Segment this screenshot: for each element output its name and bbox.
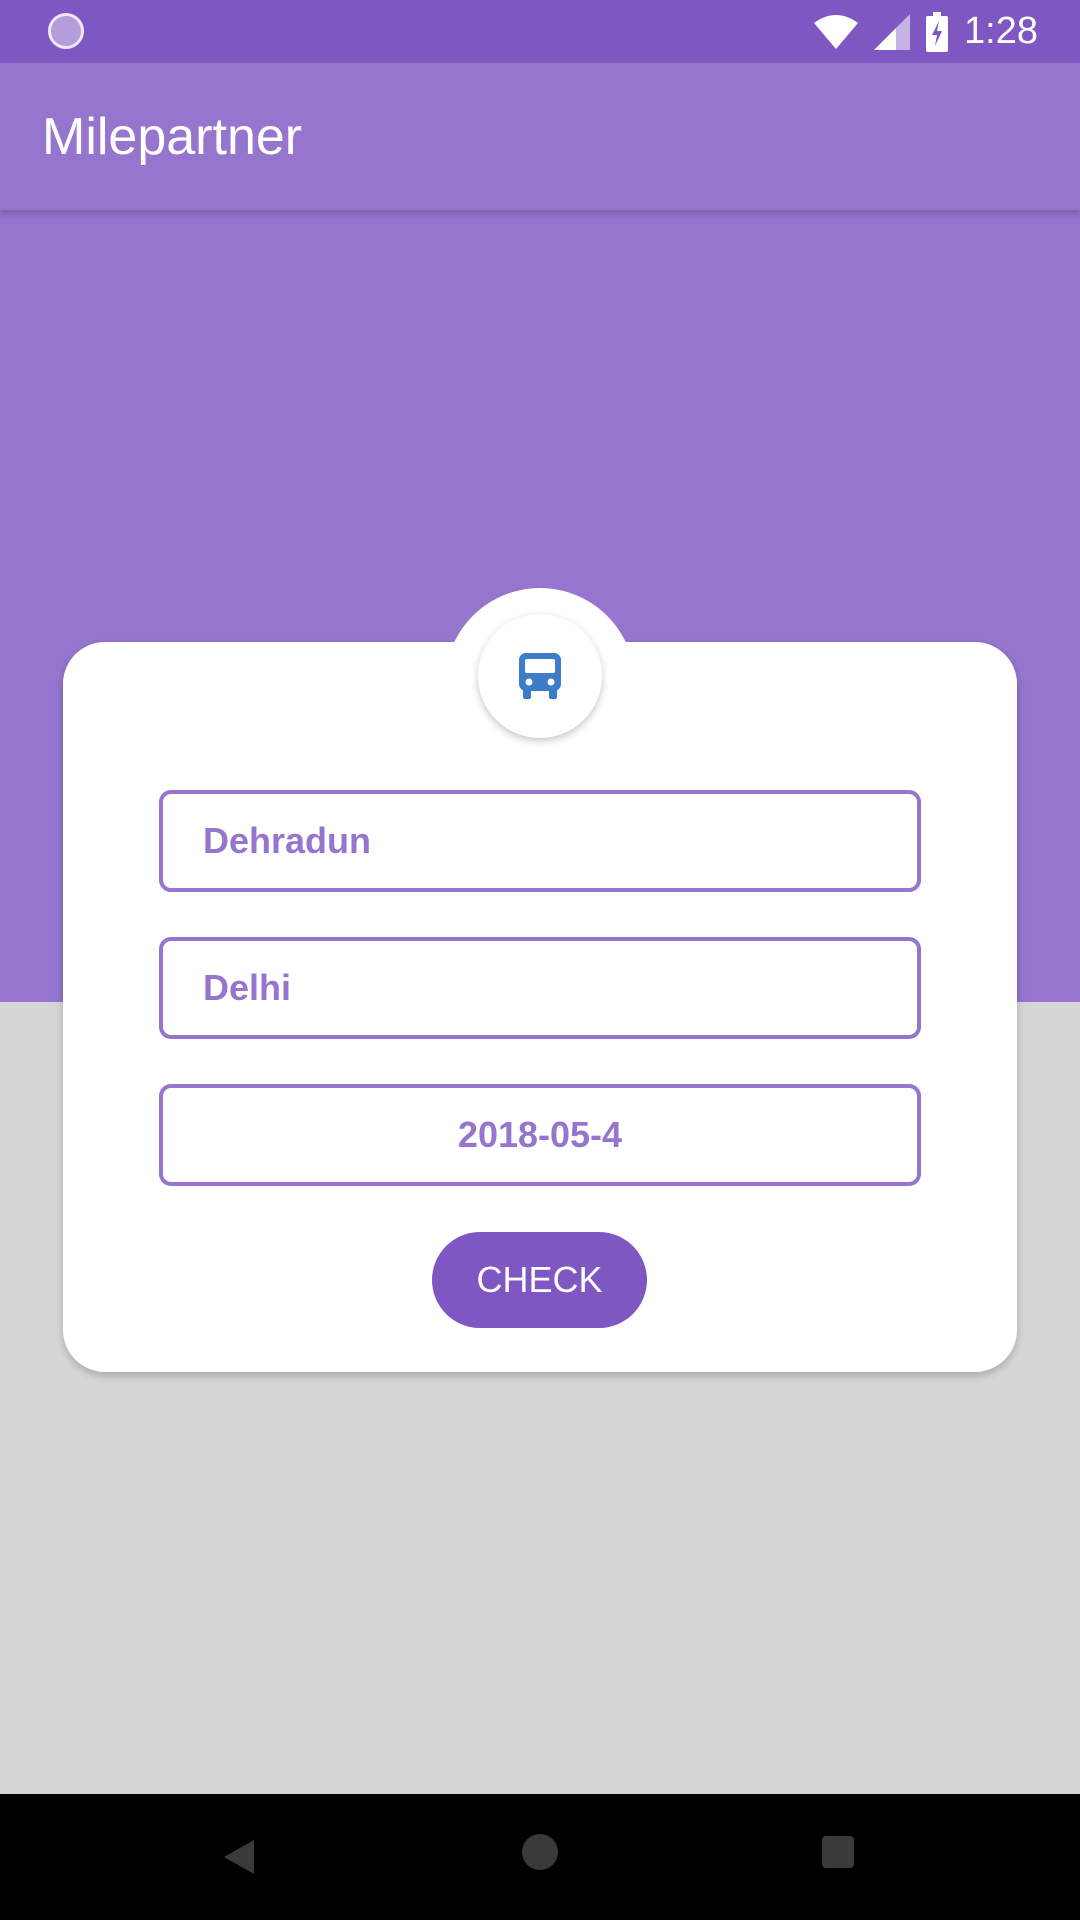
status-right-group: 1:28	[814, 0, 1038, 63]
bus-icon	[519, 653, 561, 699]
check-button[interactable]: CHECK	[432, 1232, 647, 1328]
to-field[interactable]: Delhi	[159, 937, 921, 1039]
wifi-icon	[814, 14, 859, 49]
home-icon[interactable]	[522, 1834, 558, 1870]
bus-icon-badge	[478, 614, 602, 738]
date-value: 2018-05-4	[457, 1114, 623, 1155]
from-field[interactable]: Dehradun	[159, 790, 921, 892]
back-icon[interactable]	[222, 1838, 256, 1876]
battery-charging-icon	[926, 11, 949, 52]
app-title: Milepartner	[42, 108, 303, 166]
to-value: Delhi	[203, 967, 292, 1008]
signal-icon	[874, 13, 911, 50]
status-bar: 1:28	[0, 0, 1080, 63]
app-bar: Milepartner	[0, 63, 1080, 210]
date-field[interactable]: 2018-05-4	[159, 1084, 921, 1186]
recents-icon[interactable]	[822, 1836, 854, 1868]
from-value: Dehradun	[203, 820, 372, 861]
loading-icon	[48, 13, 84, 49]
status-time: 1:28	[964, 10, 1038, 52]
navigation-bar	[0, 1794, 1080, 1920]
